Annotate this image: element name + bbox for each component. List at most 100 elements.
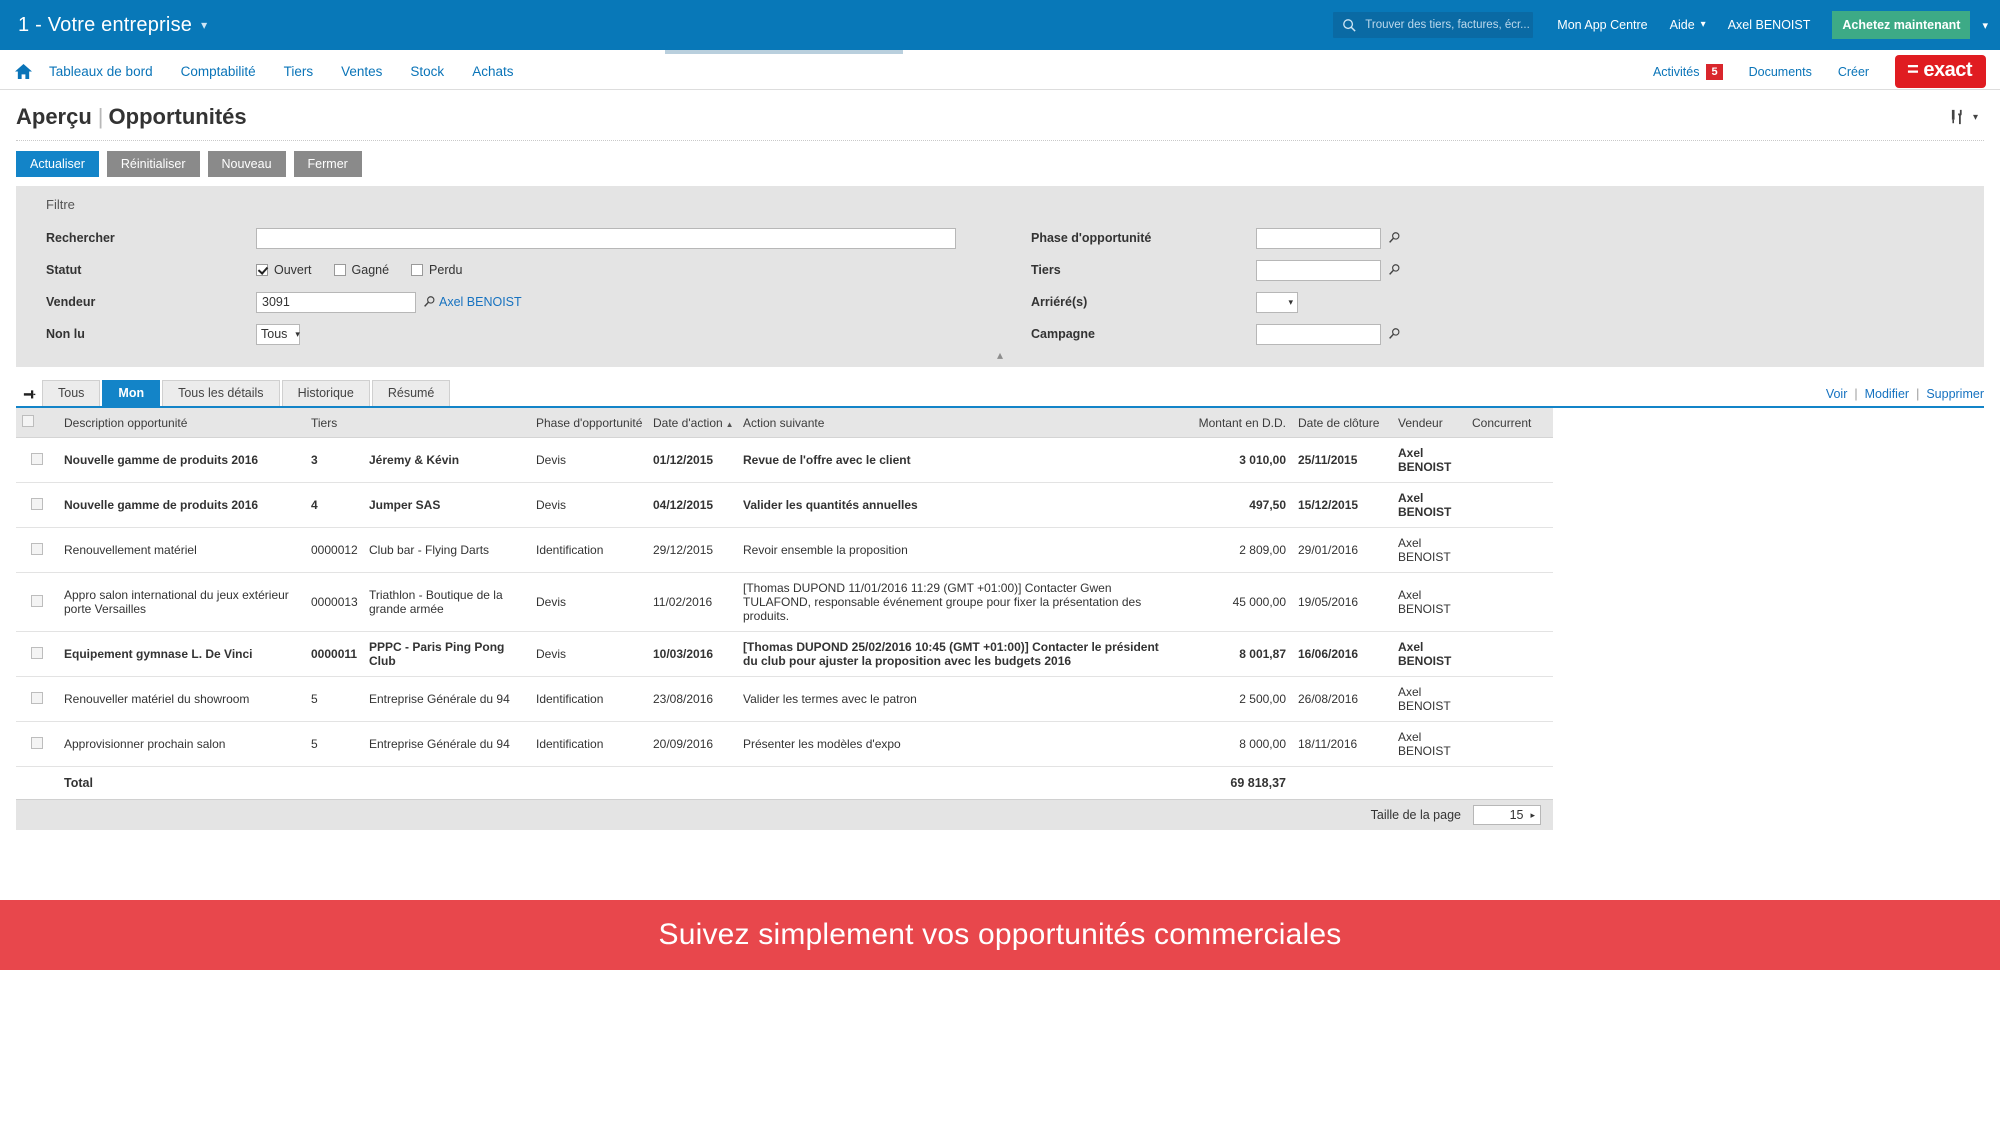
- checkbox-icon[interactable]: [31, 736, 43, 749]
- cell-tiers[interactable]: Triathlon - Boutique de la grande armée: [363, 572, 530, 632]
- checkbox-icon[interactable]: [31, 594, 43, 607]
- cell-description[interactable]: Appro salon international du jeux extéri…: [58, 572, 305, 632]
- tab-tous[interactable]: Tous: [42, 380, 101, 406]
- topbar-overflow-chevron-icon[interactable]: ▾: [1982, 19, 1988, 32]
- checkbox-icon[interactable]: [31, 497, 43, 510]
- exact-logo[interactable]: = exact: [1895, 55, 1986, 88]
- phase-input[interactable]: [1256, 227, 1381, 249]
- tab-resume[interactable]: Résumé: [371, 380, 451, 406]
- cell-tiers-id[interactable]: 0000011: [305, 631, 363, 677]
- cell-tiers[interactable]: Jumper SAS: [363, 482, 530, 528]
- table-row[interactable]: Renouvellement matériel 0000012 Club bar…: [16, 527, 1553, 573]
- help-menu[interactable]: Aide ▾: [1670, 18, 1706, 32]
- nav-item-sales[interactable]: Ventes: [341, 64, 382, 79]
- cell-tiers[interactable]: Jéremy & Kévin: [363, 437, 530, 483]
- overdue-select[interactable]: ▾: [1256, 291, 1298, 313]
- nav-item-stock[interactable]: Stock: [410, 64, 444, 79]
- row-checkbox-cell[interactable]: [16, 572, 58, 632]
- table-row[interactable]: Appro salon international du jeux extéri…: [16, 572, 1553, 632]
- row-checkbox-cell[interactable]: [16, 676, 58, 722]
- reset-button[interactable]: Réinitialiser: [106, 151, 200, 177]
- col-next-action[interactable]: Action suivante: [737, 408, 1165, 438]
- unread-select[interactable]: Tous ▾: [256, 323, 300, 345]
- vendor-input[interactable]: [256, 291, 416, 313]
- search-input[interactable]: [256, 227, 956, 249]
- row-checkbox-cell[interactable]: [16, 631, 58, 677]
- checkbox-icon[interactable]: [22, 415, 34, 427]
- col-description[interactable]: Description opportunité: [58, 408, 305, 438]
- campaign-lookup-icon[interactable]: [1387, 327, 1401, 341]
- checkbox-icon[interactable]: [31, 452, 43, 465]
- cell-tiers-id[interactable]: 3: [305, 437, 363, 483]
- refresh-button[interactable]: Actualiser: [16, 151, 99, 177]
- row-checkbox-cell[interactable]: [16, 437, 58, 483]
- cell-tiers[interactable]: Entreprise Générale du 94: [363, 676, 530, 722]
- table-row[interactable]: Renouveller matériel du showroom 5 Entre…: [16, 676, 1553, 722]
- checkbox-icon[interactable]: [31, 646, 43, 659]
- table-row[interactable]: Equipement gymnase L. De Vinci 0000011 P…: [16, 631, 1553, 677]
- col-tiers-id[interactable]: Tiers: [305, 408, 363, 438]
- status-checkbox-lost[interactable]: Perdu: [411, 263, 462, 277]
- tiers-lookup-icon[interactable]: [1387, 263, 1401, 277]
- vendor-name-link[interactable]: Axel BENOIST: [439, 295, 522, 309]
- nav-item-accounting[interactable]: Comptabilité: [181, 64, 256, 79]
- cell-description[interactable]: Nouvelle gamme de produits 2016: [58, 482, 305, 528]
- new-button[interactable]: Nouveau: [207, 151, 286, 177]
- col-amount[interactable]: Montant en D.D.: [1165, 408, 1292, 438]
- company-switcher[interactable]: 1 - Votre entreprise ▾: [18, 14, 207, 37]
- app-centre-link[interactable]: Mon App Centre: [1557, 18, 1647, 32]
- user-menu[interactable]: Axel BENOIST: [1728, 18, 1811, 32]
- phase-lookup-icon[interactable]: [1387, 231, 1401, 245]
- cell-description[interactable]: Approvisionner prochain salon: [58, 721, 305, 767]
- col-phase[interactable]: Phase d'opportunité: [530, 408, 647, 438]
- pin-icon[interactable]: [16, 387, 42, 406]
- cell-tiers[interactable]: PPPC - Paris Ping Pong Club: [363, 631, 530, 677]
- row-checkbox-cell[interactable]: [16, 527, 58, 573]
- delete-link[interactable]: Supprimer: [1926, 387, 1984, 401]
- cell-tiers-id[interactable]: 0000013: [305, 572, 363, 632]
- table-row[interactable]: Nouvelle gamme de produits 2016 4 Jumper…: [16, 482, 1553, 528]
- nav-item-purchases[interactable]: Achats: [472, 64, 513, 79]
- cell-tiers-id[interactable]: 0000012: [305, 527, 363, 573]
- col-vendor[interactable]: Vendeur: [1392, 408, 1466, 438]
- cell-description[interactable]: Equipement gymnase L. De Vinci: [58, 631, 305, 677]
- view-link[interactable]: Voir: [1826, 387, 1848, 401]
- row-checkbox-cell[interactable]: [16, 482, 58, 528]
- status-checkbox-open[interactable]: Ouvert: [256, 263, 312, 277]
- create-link[interactable]: Créer: [1838, 65, 1869, 79]
- table-row[interactable]: Approvisionner prochain salon 5 Entrepri…: [16, 721, 1553, 767]
- global-search[interactable]: Trouver des tiers, factures, écr...: [1333, 12, 1534, 38]
- campaign-input[interactable]: [1256, 323, 1381, 345]
- tiers-input[interactable]: [1256, 259, 1381, 281]
- buy-now-button[interactable]: Achetez maintenant: [1832, 11, 1971, 39]
- col-competitor[interactable]: Concurrent: [1466, 408, 1553, 438]
- cell-tiers[interactable]: Entreprise Générale du 94: [363, 721, 530, 767]
- cell-tiers-id[interactable]: 4: [305, 482, 363, 528]
- cell-description[interactable]: Nouvelle gamme de produits 2016: [58, 437, 305, 483]
- vendor-lookup-icon[interactable]: [422, 295, 436, 309]
- col-close-date[interactable]: Date de clôture: [1292, 408, 1392, 438]
- table-row[interactable]: Nouvelle gamme de produits 2016 3 Jéremy…: [16, 437, 1553, 483]
- nav-item-dashboards[interactable]: Tableaux de bord: [49, 64, 153, 79]
- tab-mon[interactable]: Mon: [102, 380, 161, 406]
- status-checkbox-won[interactable]: Gagné: [333, 263, 389, 277]
- tab-tous-les-details[interactable]: Tous les détails: [162, 380, 280, 406]
- checkbox-icon[interactable]: [31, 691, 43, 704]
- cell-tiers-id[interactable]: 5: [305, 721, 363, 767]
- home-icon[interactable]: [14, 63, 33, 80]
- col-date-action[interactable]: Date d'action ▲: [647, 408, 737, 438]
- page-size-selector[interactable]: 15 ▸: [1473, 805, 1541, 825]
- edit-link[interactable]: Modifier: [1865, 387, 1909, 401]
- cell-tiers[interactable]: Club bar - Flying Darts: [363, 527, 530, 573]
- select-all-header[interactable]: [16, 408, 58, 438]
- nav-item-tiers[interactable]: Tiers: [284, 64, 314, 79]
- cell-description[interactable]: Renouvellement matériel: [58, 527, 305, 573]
- row-checkbox-cell[interactable]: [16, 721, 58, 767]
- tools-settings-icon[interactable]: ▾: [1950, 109, 1978, 125]
- activities-link[interactable]: Activités 5: [1653, 63, 1723, 80]
- close-button[interactable]: Fermer: [293, 151, 362, 177]
- filter-collapse-chevron-up-icon[interactable]: ▴: [16, 349, 1984, 363]
- cell-tiers-id[interactable]: 5: [305, 676, 363, 722]
- documents-link[interactable]: Documents: [1749, 65, 1812, 79]
- checkbox-icon[interactable]: [31, 542, 43, 555]
